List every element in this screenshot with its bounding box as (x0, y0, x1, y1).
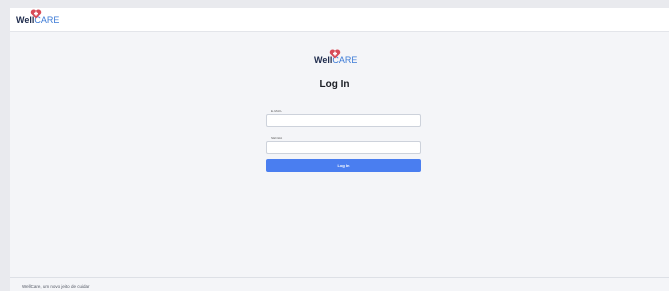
login-logo: Well CARE (314, 49, 357, 65)
email-label: E-MAIL (271, 109, 283, 113)
header-logo[interactable]: Well CARE (16, 9, 59, 25)
password-field[interactable] (266, 141, 421, 154)
footer: WellCare, um novo jeito de cuidar (10, 277, 669, 291)
page-title: Log In (319, 79, 350, 90)
top-navbar: Well CARE (10, 8, 669, 32)
footer-text: WellCare, um novo jeito de cuidar (22, 284, 90, 289)
email-field[interactable] (266, 114, 421, 127)
heart-icon (329, 49, 341, 61)
password-label: SENHA (271, 136, 283, 140)
heart-icon (30, 9, 42, 21)
login-button[interactable]: Log In (266, 159, 421, 172)
